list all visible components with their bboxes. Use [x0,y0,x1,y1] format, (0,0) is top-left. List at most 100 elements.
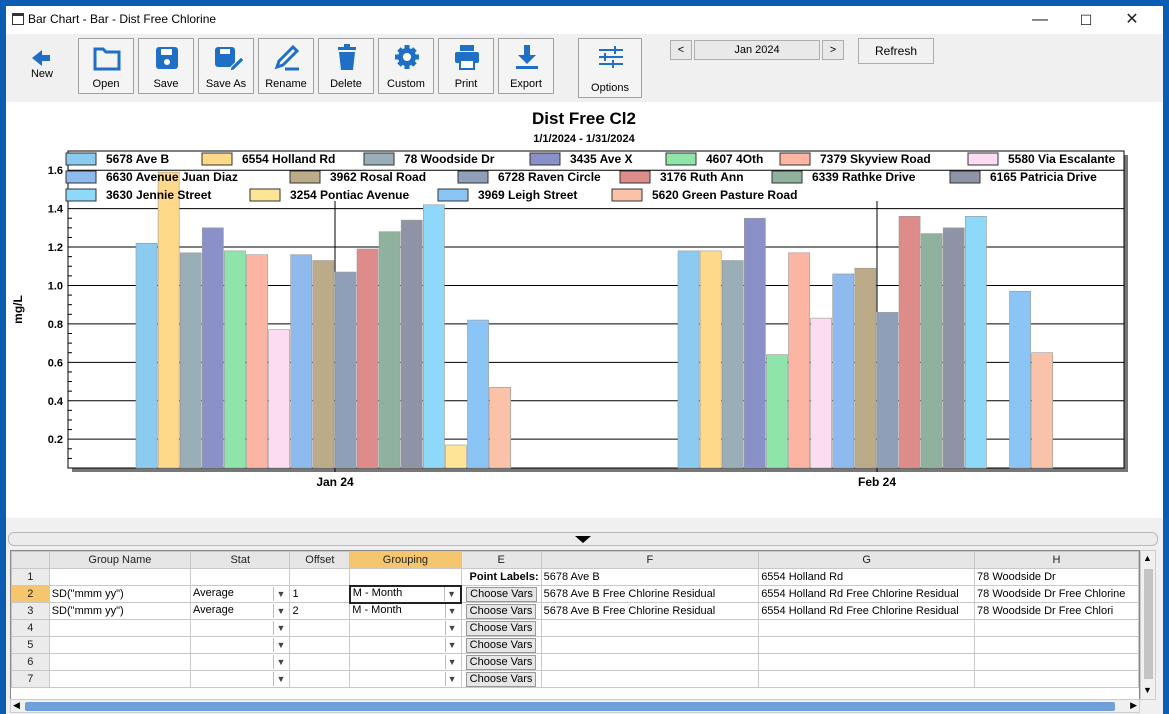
chevron-down-icon[interactable]: ▼ [273,604,287,618]
col-header-g[interactable]: G [758,551,976,569]
cell[interactable] [48,568,192,586]
stat-cell[interactable]: ▼ [190,653,291,671]
grouping-cell[interactable]: ▼ [349,670,462,688]
stat-cell[interactable]: ▼ [190,670,291,688]
point-label-g[interactable]: 6554 Holland Rd [758,568,976,586]
cell[interactable] [349,568,462,586]
grouping-cell[interactable]: M - Month ▼ [348,584,463,604]
new-button[interactable]: New [10,38,74,90]
col-header-offset[interactable]: Offset [289,551,351,569]
var-cell-g[interactable] [758,653,976,671]
choose-vars-button[interactable]: Choose Vars [465,654,537,670]
chevron-down-icon[interactable]: ▼ [444,655,459,669]
var-cell-h[interactable] [974,636,1139,654]
horizontal-scroll-thumb[interactable] [25,702,1115,711]
stat-cell[interactable]: ▼ [190,636,291,654]
collapse-arrow-icon[interactable] [575,536,591,543]
col-header-grouping[interactable]: Grouping [349,551,462,569]
col-header-group-name[interactable]: Group Name [48,551,192,569]
corner-cell[interactable] [11,551,50,569]
choose-vars-button[interactable]: Choose Vars [465,603,537,619]
scroll-up-icon[interactable]: ▲ [1143,553,1152,563]
vertical-scroll-thumb[interactable] [1144,569,1153,679]
col-header-stat[interactable]: Stat [190,551,291,569]
chevron-down-icon[interactable]: ▼ [444,621,459,635]
export-button[interactable]: Export [498,38,554,94]
point-label-f[interactable]: 5678 Ave B [540,568,760,586]
vertical-scrollbar[interactable]: ▲ ▼ [1140,550,1156,700]
prev-month-button[interactable]: < [670,40,692,60]
group-name-cell[interactable] [48,619,192,637]
var-cell-f[interactable] [540,670,760,688]
options-button[interactable]: Options [578,38,642,98]
refresh-button[interactable]: Refresh [858,38,934,64]
row-header[interactable]: 1 [11,568,50,586]
var-cell-f[interactable]: 5678 Ave B Free Chlorine Residual [540,602,760,620]
chevron-down-icon[interactable]: ▼ [273,638,287,652]
chevron-down-icon[interactable]: ▼ [273,621,287,635]
group-name-cell[interactable] [48,670,192,688]
grouping-cell[interactable]: ▼ [349,619,462,637]
offset-cell[interactable] [289,619,351,637]
group-name-cell[interactable] [48,653,192,671]
horizontal-scrollbar[interactable]: ◀ ▶ [10,699,1140,713]
var-cell-g[interactable] [758,670,976,688]
cell[interactable] [190,568,291,586]
scroll-right-icon[interactable]: ▶ [1130,700,1137,711]
group-name-cell[interactable] [48,636,192,654]
chevron-down-icon[interactable]: ▼ [273,655,287,669]
var-cell-g[interactable]: 6554 Holland Rd Free Chlorine Residual [758,585,976,603]
row-header[interactable]: 3 [11,602,50,620]
var-cell-h[interactable] [974,619,1139,637]
stat-cell[interactable]: Average ▼ [190,602,291,620]
open-button[interactable]: Open [78,38,134,94]
scroll-down-icon[interactable]: ▼ [1143,685,1152,695]
minimize-button[interactable]: — [1017,6,1063,34]
chevron-down-icon[interactable]: ▼ [444,604,459,619]
delete-button[interactable]: Delete [318,38,374,94]
grouping-cell[interactable]: ▼ [349,653,462,671]
close-button[interactable]: ✕ [1109,6,1155,34]
offset-cell[interactable]: 2 [289,602,351,620]
var-cell-g[interactable] [758,619,976,637]
var-cell-f[interactable] [540,653,760,671]
rename-button[interactable]: Rename [258,38,314,94]
var-cell-f[interactable] [540,619,760,637]
chevron-down-icon[interactable]: ▼ [444,672,459,686]
group-name-cell[interactable]: SD("mmm yy") [48,585,192,603]
var-cell-h[interactable]: 78 Woodside Dr Free Chlori [974,602,1139,620]
print-button[interactable]: Print [438,38,494,94]
maximize-button[interactable]: ☐ [1063,6,1109,34]
scroll-left-icon[interactable]: ◀ [13,700,20,711]
col-header-e[interactable]: E [460,551,542,569]
choose-vars-button[interactable]: Choose Vars [465,637,537,653]
custom-button[interactable]: Custom [378,38,434,94]
var-cell-h[interactable] [974,653,1139,671]
row-header[interactable]: 7 [11,670,50,688]
row-header[interactable]: 4 [11,619,50,637]
month-selector[interactable]: Jan 2024 [694,40,820,60]
var-cell-f[interactable] [540,636,760,654]
col-header-f[interactable]: F [540,551,760,569]
offset-cell[interactable]: 1 [289,585,351,603]
group-name-cell[interactable]: SD("mmm yy") [48,602,192,620]
cell[interactable] [289,568,351,586]
stat-cell[interactable]: ▼ [190,619,291,637]
chevron-down-icon[interactable]: ▼ [444,587,458,601]
row-header[interactable]: 2 [11,585,50,603]
var-cell-h[interactable]: 78 Woodside Dr Free Chlorine [974,585,1139,603]
chevron-down-icon[interactable]: ▼ [273,672,287,686]
chevron-down-icon[interactable]: ▼ [444,638,459,652]
var-cell-g[interactable] [758,636,976,654]
stat-cell[interactable]: Average ▼ [190,585,291,603]
choose-vars-button[interactable]: Choose Vars [465,671,537,687]
row-header[interactable]: 5 [11,636,50,654]
save-button[interactable]: Save [138,38,194,94]
offset-cell[interactable] [289,636,351,654]
offset-cell[interactable] [289,653,351,671]
grouping-cell[interactable]: M - Month ▼ [349,602,462,620]
var-cell-g[interactable]: 6554 Holland Rd Free Chlorine Residual [758,602,976,620]
var-cell-f[interactable]: 5678 Ave B Free Chlorine Residual [540,585,760,603]
panel-splitter[interactable] [8,532,1158,546]
save-as-button[interactable]: Save As [198,38,254,94]
